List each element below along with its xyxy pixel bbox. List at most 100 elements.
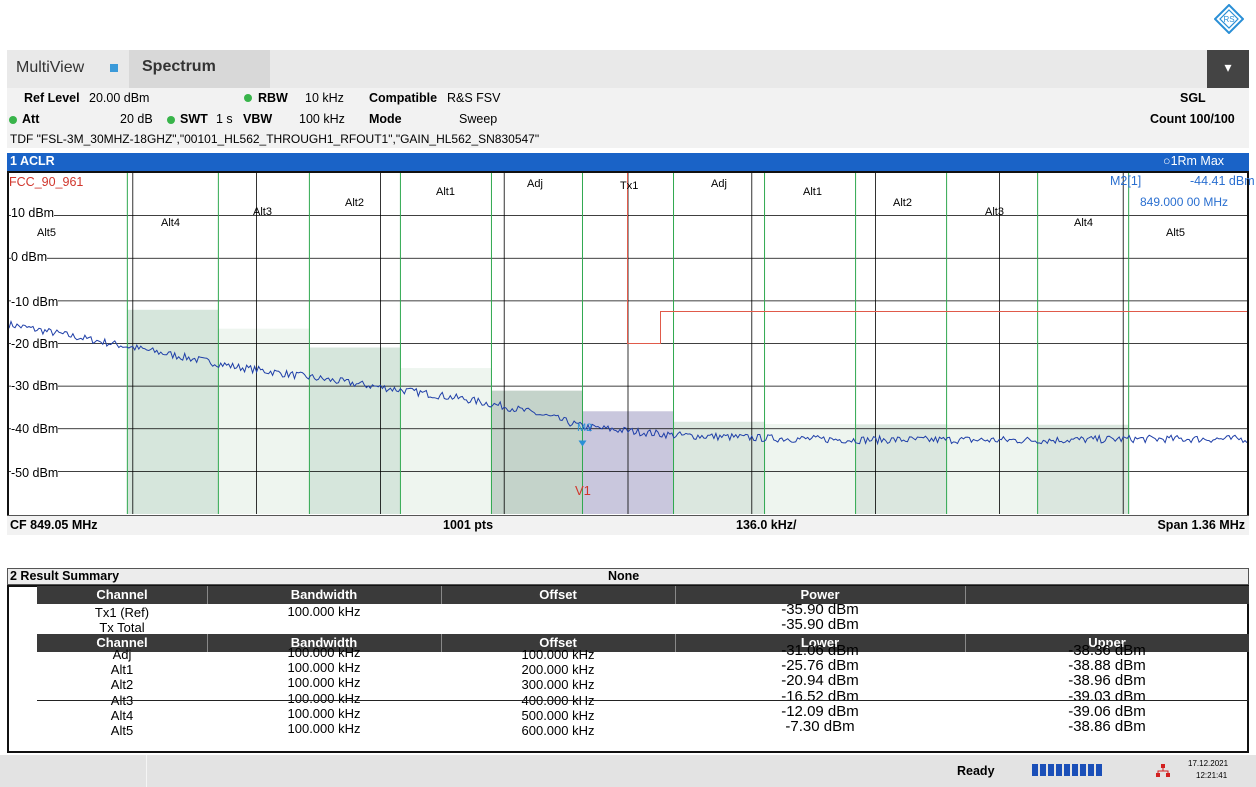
transducer-info: TDF "FSL-3M_30MHZ-18GHZ","00101_HL562_TH… <box>10 132 540 146</box>
swt-value: 1 s <box>216 112 233 126</box>
tx1-channel: Tx1 (Ref) <box>94 605 150 620</box>
swt-label: SWT <box>180 112 208 126</box>
rbw-label: RBW <box>258 91 288 105</box>
compatible-label: Compatible <box>369 91 438 105</box>
trace-circle-icon: ○ <box>1163 154 1171 168</box>
aclr-spectrum-plot <box>9 173 1247 514</box>
progress-block <box>1088 764 1094 776</box>
row-alt4-bandwidth: 100.000 kHz <box>287 706 361 721</box>
status-divider <box>146 755 147 787</box>
progress-block <box>1056 764 1062 776</box>
progress-block <box>1032 764 1038 776</box>
y-label-0dbm: 0 dBm <box>11 250 48 264</box>
y-label-minus30dbm: -30 dBm <box>11 379 59 393</box>
progress-block <box>1080 764 1086 776</box>
att-label: Att <box>22 112 40 126</box>
channel-bar-upper-alt2 <box>855 424 947 514</box>
status-time: 12:21:41 <box>1196 771 1228 780</box>
row-alt5-lower: -7.30 dBm <box>785 718 855 735</box>
multiview-indicator-icon <box>110 64 118 72</box>
channel-label-alt2-lower: Alt2 <box>345 197 364 209</box>
channel-label-alt5-lower: Alt5 <box>37 227 56 239</box>
menu-dropdown-button[interactable]: ▾ <box>1207 50 1249 88</box>
channel-bar-faint <box>764 423 856 514</box>
channel-label-alt2-upper: Alt2 <box>893 197 912 209</box>
status-ready: Ready <box>957 764 995 778</box>
sweep-points: 1001 pts <box>443 518 494 532</box>
channel-label-adj-upper: Adj <box>711 178 727 190</box>
mode-value: Sweep <box>459 112 498 126</box>
row-adj-channel: Adj <box>112 647 132 662</box>
progress-block <box>1048 764 1054 776</box>
row-alt5-upper: -38.86 dBm <box>1068 718 1146 735</box>
channel-label-alt5-upper: Alt5 <box>1166 227 1185 239</box>
vbw-value: 100 kHz <box>299 112 345 126</box>
row-adj-bandwidth: 100.000 kHz <box>287 645 361 660</box>
marker-frequency: 849.000 00 MHz <box>1140 195 1229 209</box>
y-label-minus40dbm: -40 dBm <box>11 422 59 436</box>
sgl-indicator: SGL <box>1180 91 1206 105</box>
progress-block <box>1072 764 1078 776</box>
row-alt2-bandwidth: 100.000 kHz <box>287 675 361 690</box>
row-alt2-upper: -38.96 dBm <box>1068 672 1146 689</box>
row-alt2-offset: 300.000 kHz <box>521 677 595 692</box>
tx1-bandwidth: 100.000 kHz <box>287 604 361 619</box>
channel-label-alt3-upper: Alt3 <box>985 206 1004 218</box>
progress-block <box>1040 764 1046 776</box>
y-label-10dbm: 10 dBm <box>11 206 55 220</box>
row-adj-offset: 100.000 kHz <box>521 647 595 662</box>
plot-footer: CF 849.05 MHz 1001 pts 136.0 kHz/ Span 1… <box>7 515 1249 535</box>
tab-spectrum[interactable]: Spectrum <box>142 58 216 76</box>
v1-marker-tag[interactable]: V1 <box>575 483 591 498</box>
trace-label: 1Rm Max <box>1170 154 1225 168</box>
marker-level: -44.41 dBm <box>1190 174 1255 188</box>
tx-total-channel: Tx Total <box>99 620 145 635</box>
row-alt1-bandwidth: 100.000 kHz <box>287 660 361 675</box>
frequency-span: Span 1.36 MHz <box>1157 518 1245 532</box>
att-value: 20 dB <box>120 112 153 126</box>
progress-block <box>1064 764 1070 776</box>
y-label-minus50dbm: -50 dBm <box>11 466 59 480</box>
row-alt2-lower: -20.94 dBm <box>781 672 859 689</box>
channel-label-alt4-upper: Alt4 <box>1074 217 1093 229</box>
y-label-minus10dbm: -10 dBm <box>11 295 59 309</box>
header-bandwidth: Bandwidth <box>290 587 358 602</box>
marker-m2-tag[interactable]: M2 <box>577 422 592 434</box>
result-summary-mode: None <box>608 569 640 583</box>
aclr-window-title: 1 ACLR <box>10 154 55 168</box>
row-alt5-channel: Alt5 <box>110 723 134 738</box>
table-header-tx: Channel Bandwidth Offset Power <box>37 586 1249 604</box>
result-summary-title-bar: 2 Result Summary None <box>7 568 1249 585</box>
row-alt5-bandwidth: 100.000 kHz <box>287 721 361 736</box>
swt-indicator-icon <box>167 116 175 124</box>
table-divider <box>37 700 1249 701</box>
sweep-progress-bar <box>1032 764 1104 776</box>
channel-bar-lower-alt2 <box>309 347 401 514</box>
channel-label-alt3-lower: Alt3 <box>253 206 272 218</box>
tx-total-power: -35.90 dBm <box>781 616 859 633</box>
mode-label: Mode <box>369 112 402 126</box>
aclr-window-title-bar <box>7 153 1249 171</box>
header-power: Power <box>800 587 840 602</box>
marker-label: M2[1] <box>1110 174 1142 188</box>
row-alt1-offset: 200.000 kHz <box>521 662 595 677</box>
channel-label-alt1-lower: Alt1 <box>436 186 455 198</box>
progress-block <box>1096 764 1102 776</box>
tab-multiview[interactable]: MultiView <box>16 59 84 77</box>
row-alt1-channel: Alt1 <box>110 662 134 677</box>
channel-bar-faint <box>218 328 310 514</box>
channel-label-alt1-upper: Alt1 <box>803 186 822 198</box>
result-summary-title: 2 Result Summary <box>10 569 120 583</box>
channel-label-alt4-lower: Alt4 <box>161 217 180 229</box>
vbw-label: VBW <box>243 112 273 126</box>
row-alt3-bandwidth: 100.000 kHz <box>287 691 361 706</box>
ref-level-value: 20.00 dBm <box>89 91 150 105</box>
channel-label-tx1: Tx1 <box>620 180 639 192</box>
svg-text:RS: RS <box>1223 15 1234 24</box>
status-bar: Ready 17.12.2021 12:21:41 <box>0 755 1256 787</box>
compatible-value: R&S FSV <box>447 91 501 105</box>
network-icon <box>1156 764 1170 777</box>
sweep-count: Count 100/100 <box>1150 112 1235 126</box>
trace-indicator: ○1Rm Max <box>1163 154 1224 168</box>
row-alt4-offset: 500.000 kHz <box>521 708 595 723</box>
